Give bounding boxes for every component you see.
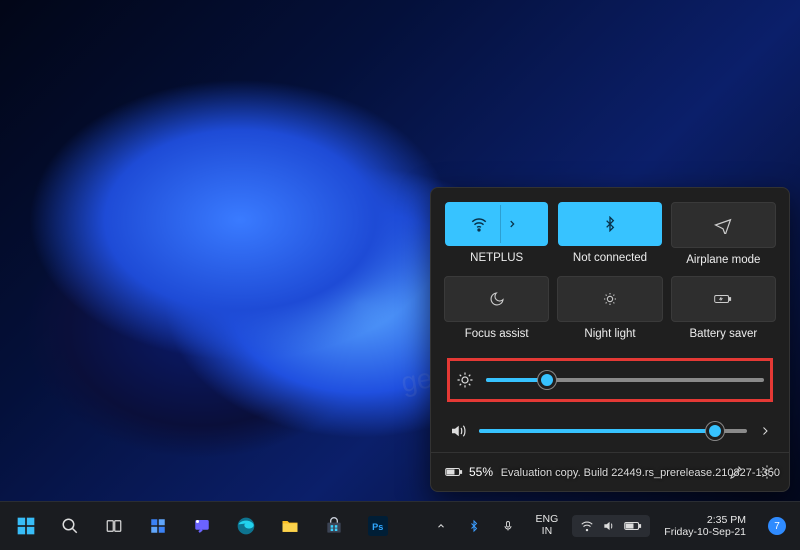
photoshop-button[interactable]: Ps [358,506,398,546]
bluetooth-icon [601,215,619,233]
tile-airplane[interactable] [671,202,776,248]
store-button[interactable] [314,506,354,546]
wifi-expand-chevron-icon[interactable] [500,205,523,243]
tray-clock[interactable]: 2:35 PMFriday-10-Sep-21 [656,510,754,542]
desktop: geekermag.com NETPLUS [0,0,800,550]
edge-button[interactable] [226,506,266,546]
volume-slider[interactable] [479,422,747,440]
widgets-button[interactable] [138,506,178,546]
tray-overflow[interactable] [428,517,454,535]
tray-battery-icon [624,520,642,532]
explorer-button[interactable] [270,506,310,546]
tray-mic-icon[interactable] [494,515,522,537]
battery-percent: 55% [469,465,493,479]
tray-quick-settings[interactable] [572,515,650,537]
tile-wifi[interactable] [445,202,548,246]
brightness-icon [456,371,474,389]
brightness-row [447,358,773,402]
tile-bluetooth-label: Not connected [573,252,647,264]
tile-airplane-label: Airplane mode [686,254,760,266]
taskbar: Ps ENGIN 2:35 PMFriday-10-Sep-21 [0,501,800,550]
battery-saver-icon [714,290,732,308]
tile-battery-saver-label: Battery saver [689,328,757,340]
battery-status[interactable]: 55% [445,463,493,481]
chat-button[interactable] [182,506,222,546]
tile-focus-assist-label: Focus assist [465,328,529,340]
tray-language[interactable]: ENGIN [528,510,567,541]
task-view-button[interactable] [94,506,134,546]
tile-focus-assist[interactable] [444,276,549,322]
windows-watermark: Evaluation copy. Build 22449.rs_prerelea… [501,466,780,480]
start-button[interactable] [6,506,46,546]
tray-bluetooth-icon[interactable] [460,515,488,537]
tile-battery-saver[interactable] [671,276,776,322]
volume-output-chevron-icon[interactable] [759,425,771,437]
battery-icon [445,463,463,481]
tile-night-light[interactable] [557,276,662,322]
moon-icon [488,290,506,308]
tile-wifi-label: NETPLUS [470,252,523,264]
tray-notification-badge[interactable]: 7 [760,513,794,539]
nightlight-icon [601,290,619,308]
brightness-slider[interactable] [486,371,764,389]
wifi-icon [470,215,488,233]
svg-text:Ps: Ps [372,522,383,532]
tile-night-light-label: Night light [584,328,635,340]
tile-bluetooth[interactable] [558,202,661,246]
quick-settings-panel: NETPLUS Not connected Airplane mode [430,187,790,492]
tray-wifi-icon [580,519,594,533]
volume-row [447,418,773,444]
tray-volume-icon [602,519,616,533]
volume-icon [449,422,467,440]
search-button[interactable] [50,506,90,546]
airplane-icon [714,216,732,234]
quick-settings-tiles: NETPLUS Not connected Airplane mode [445,202,775,340]
